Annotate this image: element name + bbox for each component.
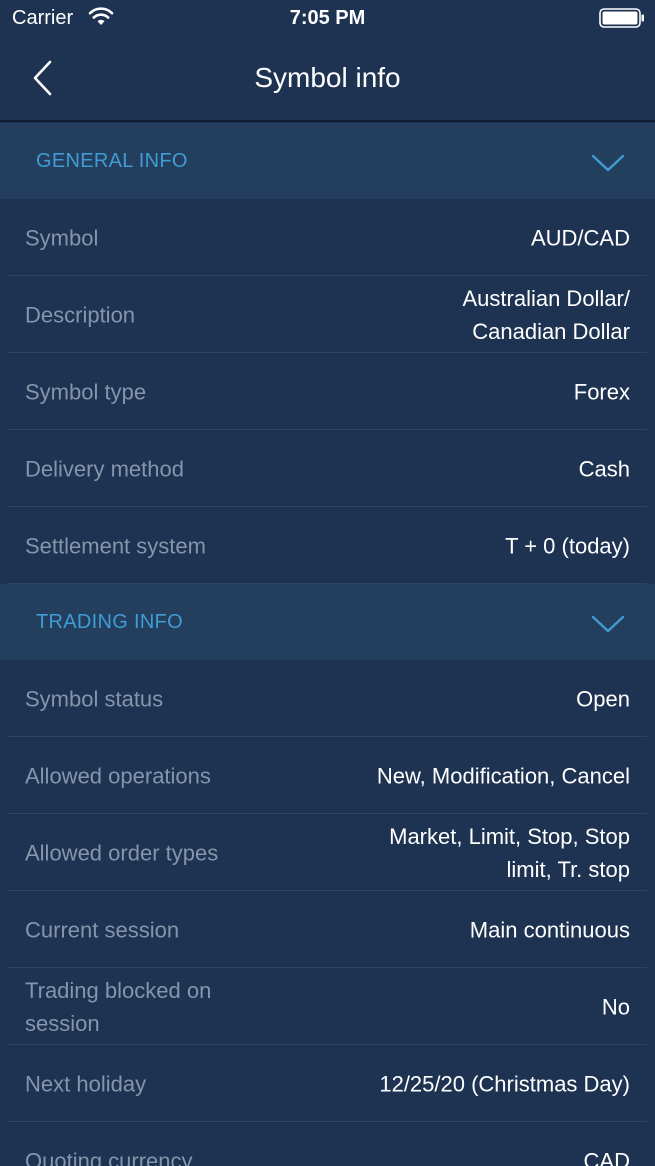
- symbol-info-screen: Carrier 7:05 PM Symbol info GENERAL INFO…: [0, 0, 655, 1166]
- info-row-symbol-type: Symbol type Forex: [0, 353, 655, 430]
- info-row-description: Description Australian Dollar/ Canadian …: [0, 276, 655, 353]
- info-row-settlement-system: Settlement system T + 0 (today): [0, 507, 655, 584]
- row-value: 12/25/20 (Christmas Day): [379, 1071, 630, 1096]
- row-value: AUD/CAD: [530, 225, 630, 250]
- info-row-allowed-order-types: Allowed order types Market, Limit, Stop,…: [0, 814, 655, 891]
- row-value: Cash: [578, 456, 630, 481]
- section-header-trading-info[interactable]: TRADING INFO: [0, 584, 655, 660]
- row-value: Forex: [573, 379, 630, 404]
- battery-icon: [599, 8, 645, 34]
- row-key: Next holiday: [25, 1071, 147, 1096]
- navigation-bar: Symbol info: [0, 36, 655, 122]
- status-bar: Carrier 7:05 PM: [0, 0, 655, 36]
- info-row-quoting-currency: Quoting currency CAD: [0, 1122, 655, 1166]
- row-key: Quoting currency: [25, 1148, 193, 1166]
- info-row-symbol: Symbol AUD/CAD: [0, 199, 655, 276]
- row-value: Main continuous: [469, 917, 630, 942]
- row-key: Symbol: [25, 225, 99, 250]
- row-key: Current session: [25, 917, 180, 942]
- row-value: No: [601, 994, 630, 1019]
- row-value: CAD: [583, 1148, 630, 1166]
- row-value: Open: [576, 686, 630, 711]
- chevron-down-icon: [591, 154, 625, 172]
- section-title: GENERAL INFO: [36, 150, 188, 172]
- section-header-general-info[interactable]: GENERAL INFO: [0, 123, 655, 199]
- row-value: New, Modification, Cancel: [376, 763, 630, 788]
- section-title: TRADING INFO: [36, 611, 183, 633]
- row-key: Trading blocked on session: [25, 977, 212, 1036]
- chevron-down-icon: [591, 615, 625, 633]
- clock: 7:05 PM: [289, 7, 366, 29]
- info-row-current-session: Current session Main continuous: [0, 891, 655, 968]
- info-row-trading-blocked: Trading blocked on session No: [0, 968, 655, 1045]
- row-value: Australian Dollar/ Canadian Dollar: [462, 285, 630, 344]
- info-row-allowed-operations: Allowed operations New, Modification, Ca…: [0, 737, 655, 814]
- row-value: T + 0 (today): [505, 533, 630, 558]
- row-key: Symbol status: [25, 686, 164, 711]
- info-row-symbol-status: Symbol status Open: [0, 660, 655, 737]
- row-value: Market, Limit, Stop, Stop limit, Tr. sto…: [389, 823, 630, 882]
- info-row-delivery-method: Delivery method Cash: [0, 430, 655, 507]
- row-key: Delivery method: [25, 456, 184, 481]
- row-key: Symbol type: [25, 379, 147, 404]
- row-key: Settlement system: [25, 533, 206, 558]
- info-row-next-holiday: Next holiday 12/25/20 (Christmas Day): [0, 1045, 655, 1122]
- row-key: Description: [25, 302, 136, 327]
- page-title: Symbol info: [254, 62, 401, 93]
- row-key: Allowed order types: [25, 840, 219, 865]
- row-key: Allowed operations: [25, 763, 211, 788]
